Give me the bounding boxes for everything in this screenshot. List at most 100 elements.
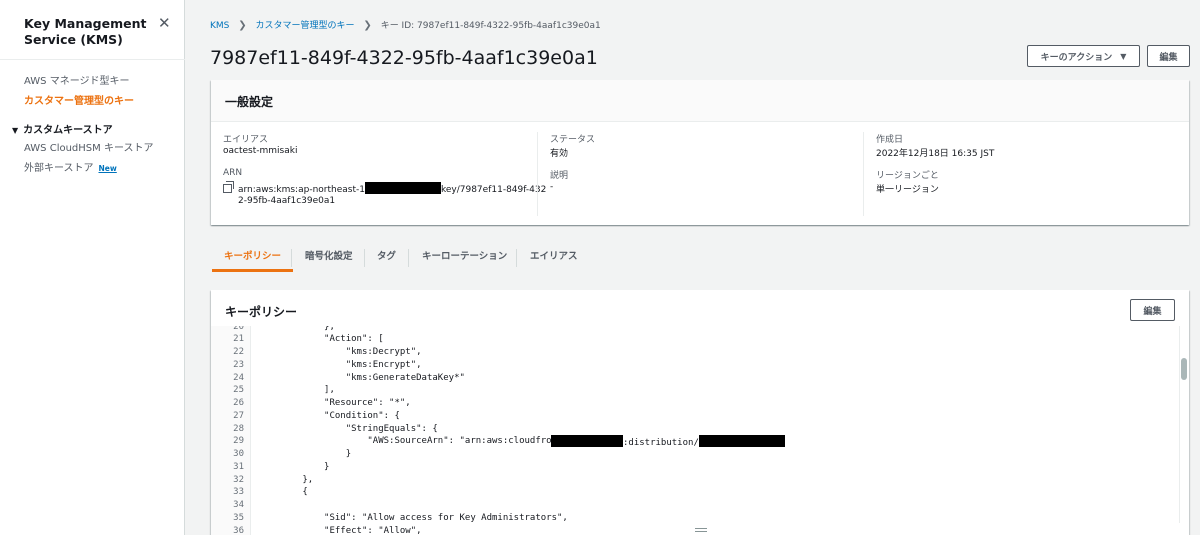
code-line: 34: [211, 499, 1171, 512]
code-line: 21 "Action": [: [211, 333, 1171, 346]
line-number: 24: [233, 372, 244, 383]
line-number: 31: [233, 461, 244, 472]
code-line: 27 "Condition": {: [211, 410, 1171, 423]
column-alias-arn: エイリアス oactest-mmisaki ARN arn:aws:kms:ap…: [211, 132, 546, 216]
page-title: 7987ef11-849f-4322-95fb-4aaf1c39e0a1: [210, 47, 598, 69]
code-line: 32 },: [211, 474, 1171, 487]
code-text: },: [259, 326, 335, 332]
arn-value: arn:aws:kms:ap-northeast-1 key/7987ef11-8…: [223, 181, 547, 195]
tab-divider: [516, 249, 517, 267]
sidebar-item-cloudhsm-key-store[interactable]: AWS CloudHSM キーストア: [24, 139, 153, 154]
breadcrumb: KMS ❯ カスタマー管理型のキー ❯ キー ID: 7987ef11-849f…: [210, 18, 601, 31]
breadcrumb-customer-managed-keys[interactable]: カスタマー管理型のキー: [256, 21, 355, 31]
redacted-account-id: [364, 182, 441, 194]
line-number: 21: [233, 334, 244, 345]
code-text: ],: [259, 385, 335, 396]
arn-prefix: arn:aws:kms:ap-northeast-1: [238, 185, 365, 195]
tab-divider: [291, 249, 292, 267]
line-number: 27: [233, 410, 244, 421]
code-line: 22 "kms:Decrypt",: [211, 346, 1171, 359]
status-label: ステータス: [550, 135, 596, 145]
code-line: 28 "StringEquals": {: [211, 423, 1171, 436]
general-settings-panel: 一般設定 エイリアス oactest-mmisaki ARN arn:aws:k…: [211, 80, 1189, 225]
line-number: 33: [233, 487, 244, 498]
breadcrumb-current: キー ID: 7987ef11-849f-4322-95fb-4aaf1c39e…: [380, 21, 601, 31]
tab-aliases[interactable]: エイリアス: [530, 244, 578, 272]
code-text: "Effect": "Allow",: [259, 525, 422, 535]
code-line: 29 "AWS:SourceArn": "arn:aws:cloudfront:…: [211, 435, 1171, 448]
code-line: 20 },: [211, 326, 1171, 333]
line-number: 20: [233, 326, 244, 332]
arn-label: ARN: [223, 168, 243, 178]
column-created: 作成日 2022年12月18日 16:35 JST リージョンごと 単一リージョ…: [863, 132, 1189, 216]
code-text: "Sid": "Allow access for Key Administrat…: [259, 512, 568, 523]
copy-icon[interactable]: [223, 181, 234, 193]
chevron-right-icon: ❯: [238, 20, 247, 31]
code-line: 24 "kms:GenerateDataKey*": [211, 372, 1171, 385]
sidebar-item-customer-managed-keys[interactable]: カスタマー管理型のキー: [24, 92, 134, 107]
close-icon[interactable]: ✕: [158, 15, 171, 31]
tab-key-rotation[interactable]: キーローテーション: [422, 244, 507, 272]
line-number: 35: [233, 512, 244, 523]
created-value: 2022年12月18日 16:35 JST: [876, 149, 995, 159]
line-number: 29: [233, 436, 244, 447]
panel-header: 一般設定: [211, 80, 1189, 122]
line-number: 23: [233, 359, 244, 370]
code-line: 36 "Effect": "Allow",: [211, 525, 1171, 535]
tab-encryption-settings[interactable]: 暗号化設定: [305, 244, 353, 272]
key-policy-title: キーポリシー: [225, 305, 298, 319]
key-actions-label: キーのアクション: [1040, 52, 1113, 63]
redacted-distribution-id: [698, 435, 785, 448]
sidebar: Key Management Service (KMS) ✕ AWS マネージド…: [0, 0, 185, 535]
section-label: カスタムキーストア: [23, 125, 113, 136]
code-text: "Resource": "*",: [259, 398, 411, 408]
code-text: "Condition": {: [259, 410, 400, 421]
code-text: "kms:Encrypt",: [259, 359, 422, 370]
region-label: リージョンごと: [876, 171, 939, 181]
caret-down-icon: ▼: [12, 126, 19, 135]
code-text: "kms:GenerateDataKey*": [259, 372, 465, 383]
sidebar-item-aws-managed-keys[interactable]: AWS マネージド型キー: [24, 72, 130, 87]
description-label: 説明: [550, 171, 569, 181]
alias-label: エイリアス: [223, 135, 269, 145]
general-settings-title: 一般設定: [225, 95, 274, 109]
scrollbar-thumb[interactable]: [1181, 358, 1187, 380]
region-value: 単一リージョン: [876, 185, 939, 195]
tab-tags[interactable]: タグ: [377, 244, 396, 272]
sidebar-section-custom-key-stores[interactable]: ▼ カスタムキーストア: [12, 121, 113, 136]
tab-divider: [408, 249, 409, 267]
caret-down-icon: ▼: [1120, 51, 1127, 61]
new-badge: New: [98, 164, 117, 173]
description-value: -: [550, 182, 554, 192]
code-text: }: [259, 449, 352, 459]
key-policy-panel: キーポリシー 編集 20 }, 21 "Action": [22 "kms:Dec…: [211, 290, 1189, 535]
line-number: 25: [233, 385, 244, 396]
tab-bar: キーポリシー 暗号化設定 タグ キーローテーション エイリアス: [212, 244, 1187, 272]
code-text: },: [259, 474, 314, 485]
column-status: ステータス 有効 説明 -: [537, 132, 863, 216]
policy-code-editor[interactable]: 20 }, 21 "Action": [22 "kms:Decrypt", 23 "…: [211, 326, 1189, 535]
edit-button[interactable]: 編集: [1147, 45, 1190, 67]
sidebar-item-external-key-store[interactable]: 外部キーストア New: [24, 159, 117, 174]
status-value: 有効: [550, 149, 569, 159]
chevron-right-icon: ❯: [363, 20, 372, 31]
code-line: 33 {: [211, 486, 1171, 499]
key-actions-button[interactable]: キーのアクション ▼: [1027, 45, 1140, 67]
line-number: 28: [233, 423, 244, 434]
arn-suffix: key/7987ef11-849f-432: [440, 185, 547, 195]
policy-edit-button[interactable]: 編集: [1130, 299, 1175, 321]
line-number: 26: [233, 398, 244, 408]
sidebar-divider: [0, 59, 185, 60]
code-line: 26 "Resource": "*",: [211, 397, 1171, 410]
vertical-scrollbar[interactable]: [1179, 326, 1189, 523]
resize-handle-icon[interactable]: [695, 528, 707, 532]
breadcrumb-kms[interactable]: KMS: [210, 21, 229, 31]
code-text: "Action": [: [259, 334, 384, 345]
created-label: 作成日: [876, 135, 904, 145]
tab-key-policy[interactable]: キーポリシー: [212, 244, 294, 272]
code-text: "AWS:SourceArn": "arn:aws:cloudfront:: [259, 436, 568, 447]
code-text: }: [259, 461, 330, 472]
line-number: 34: [233, 500, 244, 510]
code-line: 31 }: [211, 461, 1171, 474]
redacted-account-id: [551, 435, 623, 448]
